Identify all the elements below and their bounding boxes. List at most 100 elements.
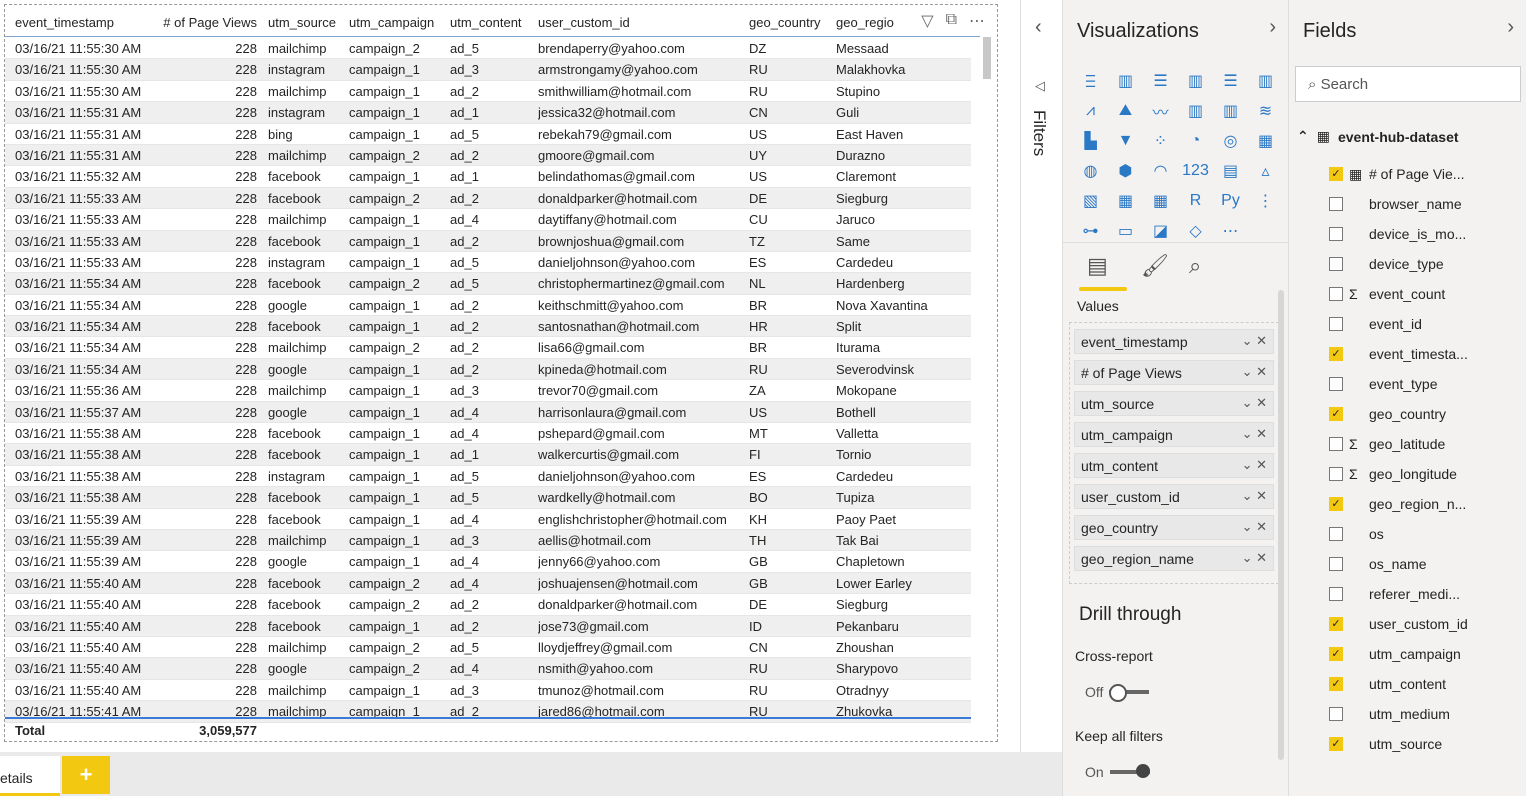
table-row[interactable]: 03/16/21 11:55:38 AM 228 facebook campaign_… xyxy=(5,423,971,445)
visual-type-icon[interactable]: ▧ xyxy=(1073,186,1108,216)
table-row[interactable]: 03/16/21 11:55:38 AM 228 facebook campaign_… xyxy=(5,444,971,466)
field-checkbox[interactable] xyxy=(1329,707,1343,721)
table-row[interactable]: 03/16/21 11:55:40 AM 228 mailchimp campaign… xyxy=(5,680,971,702)
field-checkbox[interactable]: ✓ xyxy=(1329,737,1343,751)
visual-type-icon[interactable]: ▥ xyxy=(1108,66,1143,96)
viz-scrollbar[interactable] xyxy=(1278,290,1284,760)
chevron-remove-icons[interactable]: ⌄ ✕ xyxy=(1242,488,1267,504)
field-item[interactable]: os_name xyxy=(1329,549,1519,579)
visual-type-icon[interactable]: ⬢ xyxy=(1108,156,1143,186)
field-checkbox[interactable] xyxy=(1329,227,1343,241)
field-checkbox[interactable] xyxy=(1329,197,1343,211)
table-row[interactable]: 03/16/21 11:55:32 AM 228 facebook campaign_… xyxy=(5,166,971,188)
field-item[interactable]: device_is_mo... xyxy=(1329,219,1519,249)
visual-type-icon[interactable]: ▥ xyxy=(1178,66,1213,96)
table-row[interactable]: 03/16/21 11:55:40 AM 228 facebook campaign_… xyxy=(5,594,971,616)
table-row[interactable]: 03/16/21 11:55:30 AM 228 mailchimp campaign… xyxy=(5,81,971,103)
table-row[interactable]: 03/16/21 11:55:36 AM 228 mailchimp campaign… xyxy=(5,380,971,402)
visual-type-icon[interactable]: ⩘ xyxy=(1073,96,1108,126)
more-options-icon[interactable]: ⋯ xyxy=(969,11,985,31)
field-checkbox[interactable]: ✓ xyxy=(1329,647,1343,661)
visual-type-icon[interactable]: ▦ xyxy=(1248,126,1283,156)
fields-well-icon[interactable]: ▤ xyxy=(1087,253,1108,279)
table-row[interactable]: 03/16/21 11:55:30 AM 228 instagram campaign… xyxy=(5,59,971,81)
table-row[interactable]: 03/16/21 11:55:40 AM 228 facebook campaign_… xyxy=(5,572,971,595)
field-checkbox[interactable]: ✓ xyxy=(1329,407,1343,421)
value-field-pill[interactable]: user_custom_id ⌄ ✕ xyxy=(1074,484,1274,509)
chevron-remove-icons[interactable]: ⌄ ✕ xyxy=(1242,395,1267,411)
field-item[interactable]: ✓ utm_source xyxy=(1329,729,1519,759)
field-item[interactable]: ✓ utm_content xyxy=(1329,669,1519,699)
visual-type-icon[interactable]: ◔ xyxy=(1178,126,1213,156)
table-row[interactable]: 03/16/21 11:55:34 AM 228 google campaign_1 a… xyxy=(5,295,971,317)
table-row[interactable]: 03/16/21 11:55:39 AM 228 mailchimp campaign… xyxy=(5,529,971,552)
visual-type-icon[interactable]: ▥ xyxy=(1178,96,1213,126)
visual-type-icon[interactable]: ◎ xyxy=(1213,126,1248,156)
field-item[interactable]: device_type xyxy=(1329,249,1519,279)
field-item[interactable]: Σevent_count xyxy=(1329,279,1519,309)
visual-type-icon[interactable]: ▵ xyxy=(1248,156,1283,186)
visual-type-icon[interactable]: Ⲷ xyxy=(1073,66,1108,96)
field-checkbox[interactable] xyxy=(1329,587,1343,601)
visual-type-icon[interactable]: ▼ xyxy=(1108,126,1143,156)
visual-type-icon[interactable]: ☰ xyxy=(1213,66,1248,96)
table-row[interactable]: 03/16/21 11:55:34 AM 228 google campaign_1 a… xyxy=(5,358,971,381)
field-item[interactable]: ✓ geo_country xyxy=(1329,399,1519,429)
visual-type-icon[interactable]: ◠ xyxy=(1143,156,1178,186)
visual-type-icon[interactable]: ⁘ xyxy=(1143,126,1178,156)
col-header[interactable]: utm_source xyxy=(268,15,348,30)
col-header[interactable]: utm_campaign xyxy=(349,15,449,30)
field-checkbox[interactable] xyxy=(1329,437,1343,451)
field-item[interactable]: os xyxy=(1329,519,1519,549)
field-checkbox[interactable] xyxy=(1329,467,1343,481)
field-item[interactable]: ✓ utm_campaign xyxy=(1329,639,1519,669)
col-header[interactable]: geo_country xyxy=(749,15,835,30)
field-checkbox[interactable] xyxy=(1329,377,1343,391)
value-field-pill[interactable]: utm_source ⌄ ✕ xyxy=(1074,391,1274,416)
col-header[interactable]: event_timestamp xyxy=(15,15,155,30)
table-row[interactable]: 03/16/21 11:55:31 AM 228 mailchimp campaign… xyxy=(5,144,971,167)
fields-search-input[interactable]: ⌕ Search xyxy=(1295,66,1521,102)
table-row[interactable]: 03/16/21 11:55:39 AM 228 facebook campaign_… xyxy=(5,509,971,530)
scroll-thumb[interactable] xyxy=(983,37,991,79)
field-checkbox[interactable]: ✓ xyxy=(1329,617,1343,631)
table-row[interactable]: 03/16/21 11:55:34 AM 228 mailchimp campaign… xyxy=(5,337,971,359)
field-checkbox[interactable] xyxy=(1329,317,1343,331)
table-visual[interactable]: event_timestamp # of Page Views utm_sour… xyxy=(4,4,998,742)
table-row[interactable]: 03/16/21 11:55:33 AM 228 instagram campaign… xyxy=(5,252,971,274)
field-item[interactable]: event_type xyxy=(1329,369,1519,399)
field-checkbox[interactable]: ✓ xyxy=(1329,347,1343,361)
field-checkbox[interactable] xyxy=(1329,257,1343,271)
value-field-pill[interactable]: utm_campaign ⌄ ✕ xyxy=(1074,422,1274,447)
analytics-icon[interactable]: ⌕ xyxy=(1189,253,1201,279)
field-item[interactable]: Σgeo_latitude xyxy=(1329,429,1519,459)
col-header[interactable]: # of Page Views xyxy=(155,15,257,30)
table-row[interactable]: 03/16/21 11:55:40 AM 228 mailchimp campaign… xyxy=(5,637,971,659)
field-item[interactable]: browser_name xyxy=(1329,189,1519,219)
visual-type-icon[interactable]: ☰ xyxy=(1143,66,1178,96)
table-row[interactable]: 03/16/21 11:55:33 AM 228 mailchimp campaign… xyxy=(5,209,971,231)
filters-label[interactable]: Filters xyxy=(1029,110,1049,156)
dataset-node[interactable]: ⌃ ▦ event-hub-dataset xyxy=(1297,128,1459,145)
chevron-remove-icons[interactable]: ⌄ ✕ xyxy=(1242,333,1267,349)
field-item[interactable]: referer_medi... xyxy=(1329,579,1519,609)
field-checkbox[interactable]: ✓ xyxy=(1329,677,1343,691)
collapse-fields-icon[interactable]: › xyxy=(1507,16,1514,39)
add-page-button[interactable]: + xyxy=(62,756,110,794)
table-row[interactable]: 03/16/21 11:55:33 AM 228 facebook campaign_… xyxy=(5,187,971,210)
value-field-pill[interactable]: geo_country ⌄ ✕ xyxy=(1074,515,1274,540)
visual-type-icon[interactable]: ⋮ xyxy=(1248,186,1283,216)
visual-type-icon[interactable]: ▥ xyxy=(1213,96,1248,126)
field-item[interactable]: Σgeo_longitude xyxy=(1329,459,1519,489)
table-row[interactable]: 03/16/21 11:55:40 AM 228 facebook campaign_… xyxy=(5,615,971,637)
value-field-pill[interactable]: utm_content ⌄ ✕ xyxy=(1074,453,1274,478)
visual-type-icon[interactable]: ▦ xyxy=(1143,186,1178,216)
field-item[interactable]: ✓ event_timesta... xyxy=(1329,339,1519,369)
visual-type-icon[interactable]: ▦ xyxy=(1108,186,1143,216)
visual-type-icon[interactable]: 123 xyxy=(1178,156,1213,186)
field-item[interactable]: utm_medium xyxy=(1329,699,1519,729)
chevron-remove-icons[interactable]: ⌄ ✕ xyxy=(1242,457,1267,473)
visual-type-icon[interactable]: Py xyxy=(1213,186,1248,216)
table-row[interactable]: 03/16/21 11:55:30 AM 228 mailchimp campaign… xyxy=(5,38,971,60)
table-row[interactable]: 03/16/21 11:55:38 AM 228 facebook campaign_… xyxy=(5,487,971,509)
